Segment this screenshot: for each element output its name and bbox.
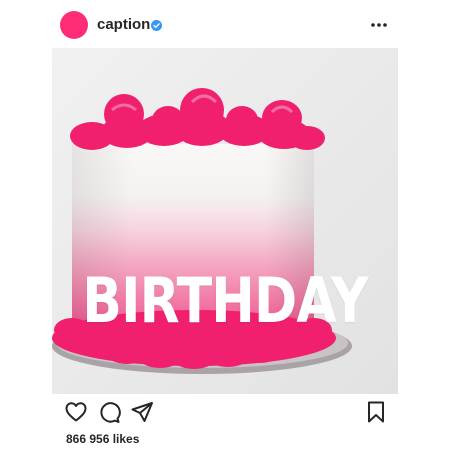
post-image[interactable]: BIRTHDAY (52, 48, 398, 394)
send-icon[interactable] (130, 400, 154, 424)
avatar[interactable] (60, 11, 88, 39)
username[interactable]: caption (97, 15, 150, 35)
heart-icon[interactable] (64, 400, 88, 424)
instagram-post: caption BIRTHDAY 866 956 likes (0, 0, 450, 450)
overlay-caption: BIRTHDAY (82, 264, 368, 337)
verified-badge-icon (151, 20, 162, 31)
more-horizontal-icon[interactable] (368, 17, 390, 33)
cake-illustration (52, 48, 398, 394)
action-bar (0, 398, 450, 426)
likes-count[interactable]: 866 956 likes (66, 432, 139, 446)
bookmark-icon[interactable] (364, 400, 388, 424)
comment-icon[interactable] (97, 400, 121, 424)
post-header: caption (0, 0, 450, 50)
